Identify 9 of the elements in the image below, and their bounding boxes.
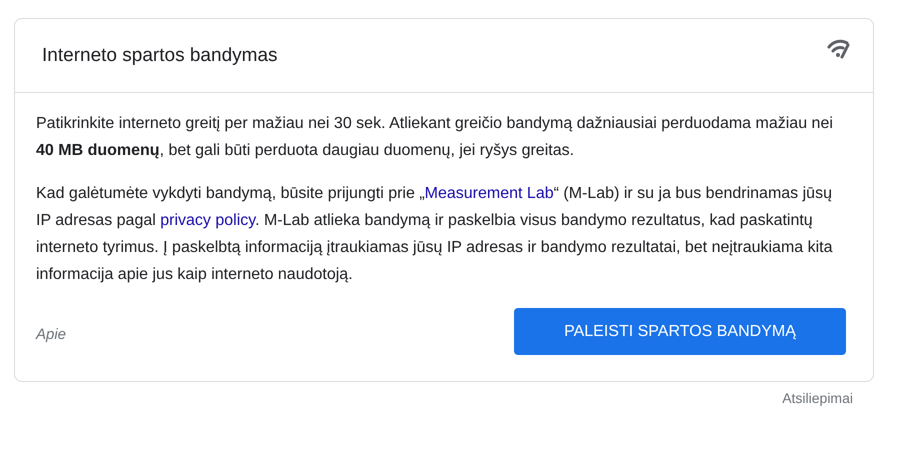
feedback-link[interactable]: Atsiliepimai [782,390,853,406]
about-link[interactable]: Apie [36,326,66,343]
link[interactable]: privacy policy [160,212,256,229]
paragraph: Kad galėtumėte vykdyti bandymą, būsite prijungti prie „Measurement Lab“ (M-Lab) ir su ja bus bendrinamas jūsų IP adresas pagal privacy policy. M-Lab atlieka bandymą ir paskelbia visus bandymo rezultatus, kad paskatintų interneto tyrimus. Į paskelbtą informaciją įtraukiamas jūsų IP adresas ir bandymo rezultatai, bet neįtraukiama kita informacija apie jus kaip interneto naudotoją. [36,184,834,285]
card-title: Interneto spartos bandymas [42,44,278,66]
paragraph: Patikrinkite interneto greitį per mažiau nei 30 sek. Atliekant greičio bandymą dažniausiai perduodama mažiau nei 40 MB duomenų, bet gali būti perduota daugiau duomenų, jei ryšys greitas. [36,114,834,161]
link[interactable]: Measurement Lab [424,185,554,202]
start-test-button[interactable]: PALEISTI SPARTOS BANDYMĄ [514,308,846,355]
speed-test-icon [827,38,851,58]
